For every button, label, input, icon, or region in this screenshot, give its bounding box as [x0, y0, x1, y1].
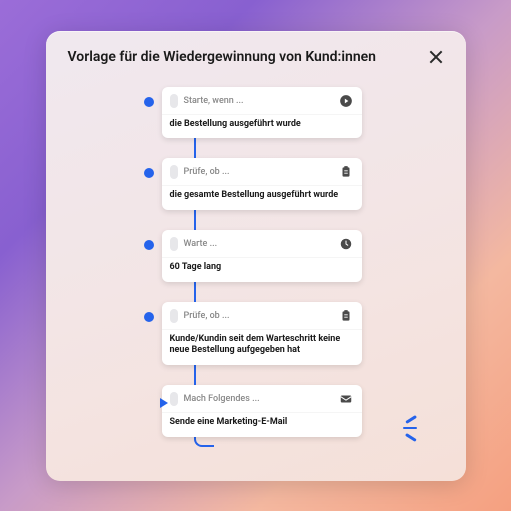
step-dot: [144, 312, 154, 322]
mail-icon: [338, 391, 354, 407]
drag-handle[interactable]: [170, 94, 178, 108]
play-icon: [338, 93, 354, 109]
step-dot: [144, 240, 154, 250]
step-label: Prüfe, ob ...: [184, 311, 230, 321]
clock-icon: [338, 236, 354, 252]
step-label: Starte, wenn ...: [184, 96, 244, 106]
workflow-action-step[interactable]: Mach Folgendes ... Sende eine Marketing-…: [162, 385, 362, 437]
workflow-step[interactable]: Prüfe, ob ... die gesamte Bestellung aus…: [162, 158, 362, 210]
step-label: Mach Folgendes ...: [184, 394, 260, 404]
step-label: Warte ...: [184, 239, 218, 249]
workflow-step[interactable]: Warte ... 60 Tage lang: [162, 230, 362, 282]
step-text: 60 Tage lang: [162, 257, 362, 282]
drag-handle[interactable]: [170, 165, 178, 179]
arrow-icon: [160, 398, 168, 408]
step-text: die Bestellung ausgeführt wurde: [162, 114, 362, 139]
clipboard-icon: [338, 308, 354, 324]
workflow-step[interactable]: Starte, wenn ... die Bestellung ausgefüh…: [162, 87, 362, 139]
step-text: Kunde/Kundin seit dem Warteschritt keine…: [162, 329, 362, 365]
drag-handle[interactable]: [170, 392, 178, 406]
step-label: Prüfe, ob ...: [184, 167, 230, 177]
workflow-flow: Starte, wenn ... die Bestellung ausgefüh…: [46, 83, 466, 457]
step-text: Sende eine Marketing-E-Mail: [162, 412, 362, 437]
drag-handle[interactable]: [170, 237, 178, 251]
step-dot: [144, 97, 154, 107]
drag-handle[interactable]: [170, 309, 178, 323]
close-icon[interactable]: [428, 49, 444, 65]
panel-title: Vorlage für die Wiedergewinnung von Kund…: [68, 49, 377, 65]
workflow-template-panel: Vorlage für die Wiedergewinnung von Kund…: [46, 31, 466, 481]
step-dot: [144, 168, 154, 178]
step-text: die gesamte Bestellung ausgeführt wurde: [162, 185, 362, 210]
clipboard-icon: [338, 164, 354, 180]
panel-header: Vorlage für die Wiedergewinnung von Kund…: [46, 31, 466, 83]
workflow-step[interactable]: Prüfe, ob ... Kunde/Kundin seit dem Wart…: [162, 302, 362, 365]
